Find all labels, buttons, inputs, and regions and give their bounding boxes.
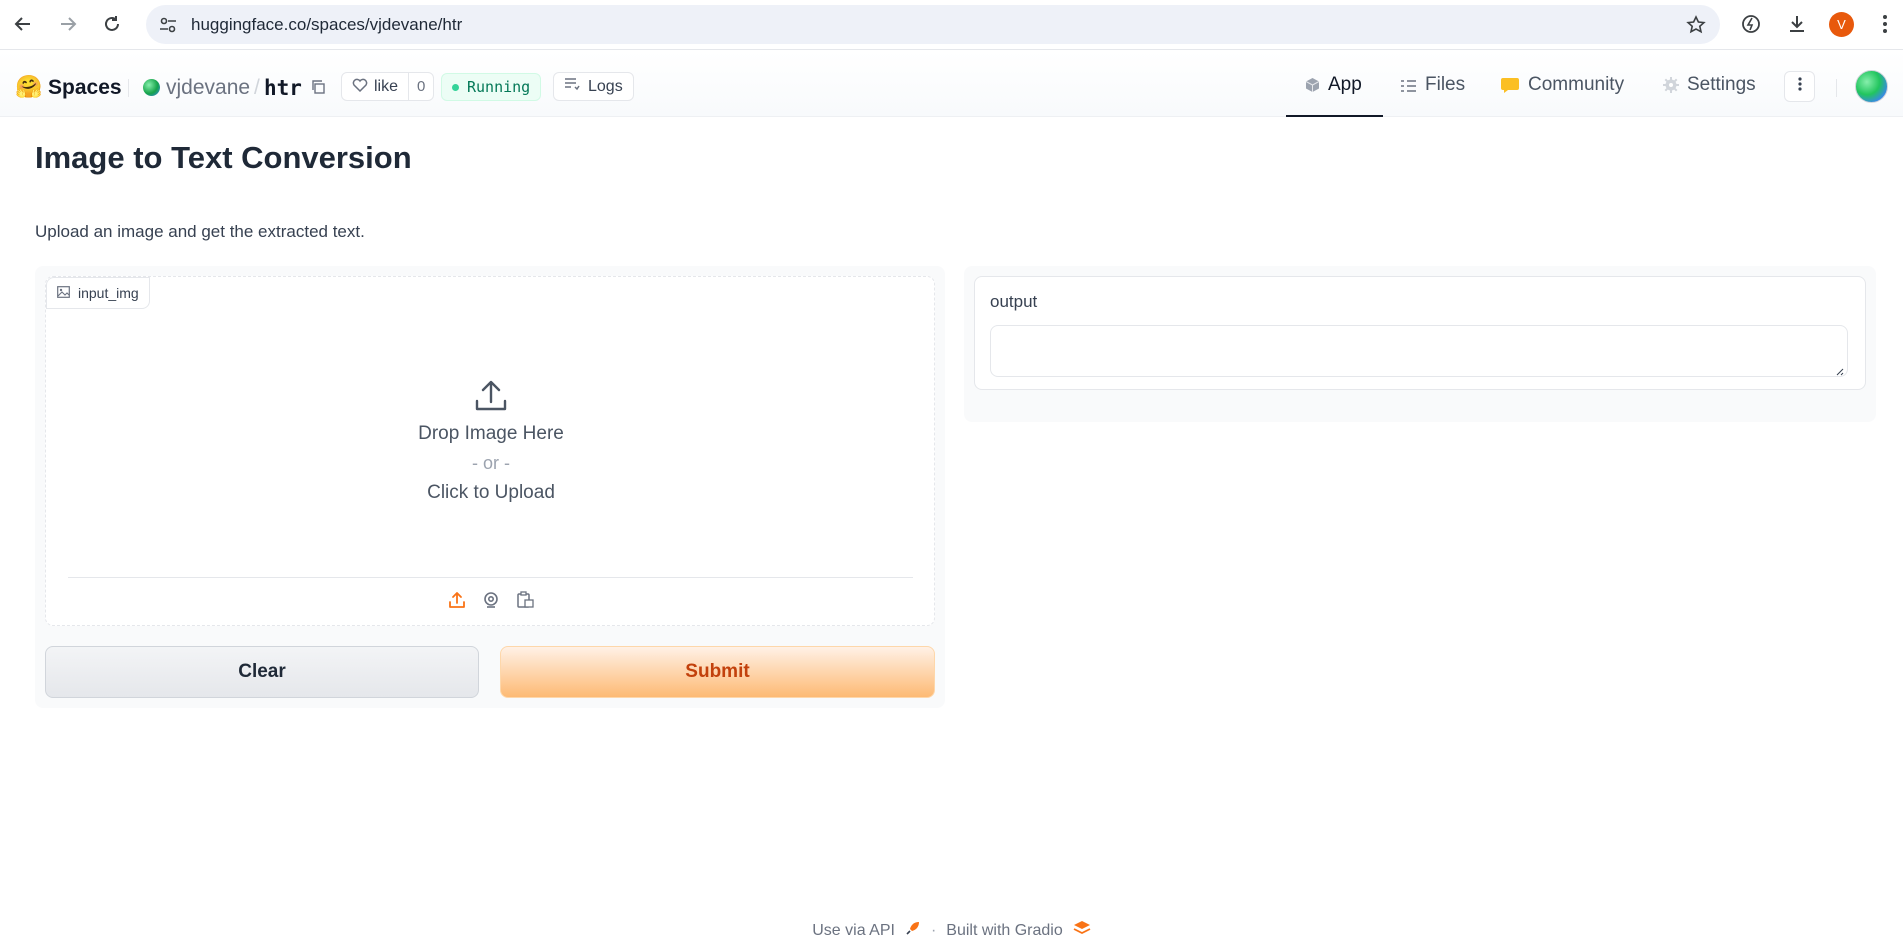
- output-panel: output: [964, 266, 1876, 422]
- space-header: 🤗 Spaces vjdevane / htr like 0 Running L…: [0, 51, 1903, 117]
- input-image-label-text: input_img: [78, 285, 139, 301]
- output-textbox[interactable]: [990, 325, 1848, 377]
- status-text: Running: [467, 78, 531, 96]
- active-tab-indicator: [1286, 115, 1383, 117]
- tab-settings-label: Settings: [1687, 74, 1756, 95]
- user-avatar[interactable]: [1855, 70, 1888, 103]
- logs-icon: [564, 77, 580, 96]
- bookmark-star-icon[interactable]: [1684, 13, 1708, 37]
- space-name-link[interactable]: htr: [264, 76, 302, 100]
- page-title: Image to Text Conversion: [35, 140, 412, 175]
- footer-separator: ·: [930, 921, 937, 939]
- tab-files-label: Files: [1425, 74, 1466, 95]
- divider: [1836, 79, 1837, 97]
- tab-settings[interactable]: Settings: [1663, 74, 1756, 117]
- like-count: 0: [408, 73, 433, 100]
- more-options-button[interactable]: [1784, 71, 1815, 102]
- profile-avatar[interactable]: V: [1829, 12, 1854, 37]
- community-icon: [1500, 76, 1520, 100]
- cube-icon: [1305, 77, 1320, 99]
- source-selector: [46, 589, 936, 615]
- rocket-icon: [905, 920, 921, 941]
- extension-icon[interactable]: [1737, 10, 1765, 38]
- path-separator: /: [254, 76, 260, 99]
- click-to-upload-text: Click to Upload: [427, 481, 555, 503]
- built-with-gradio-link[interactable]: Built with Gradio: [946, 922, 1063, 940]
- forward-icon[interactable]: [54, 10, 82, 38]
- heart-icon: [352, 77, 368, 97]
- use-via-api-link[interactable]: Use via API: [812, 922, 895, 940]
- input-panel: input_img Drop Image Here - or - Click t…: [35, 266, 945, 708]
- huggingface-logo-icon[interactable]: 🤗: [15, 74, 42, 100]
- clipboard-source-icon[interactable]: [514, 589, 536, 611]
- reload-icon[interactable]: [98, 10, 126, 38]
- source-divider: [68, 577, 913, 578]
- spaces-link[interactable]: Spaces: [48, 76, 122, 100]
- image-dropzone[interactable]: Drop Image Here - or - Click to Upload: [46, 317, 936, 565]
- status-dot-icon: [452, 83, 459, 91]
- submit-button[interactable]: Submit: [500, 646, 935, 698]
- site-info-icon[interactable]: [158, 15, 178, 35]
- more-vertical-icon: [1797, 77, 1802, 96]
- browser-menu-icon[interactable]: [1871, 10, 1899, 38]
- space-owner-link[interactable]: vjdevane: [166, 76, 250, 100]
- input-image-label: input_img: [46, 277, 150, 309]
- output-block: output: [974, 276, 1866, 390]
- divider: [128, 79, 129, 97]
- browser-toolbar: huggingface.co/spaces/vjdevane/htr V: [0, 0, 1903, 50]
- url-text: huggingface.co/spaces/vjdevane/htr: [191, 15, 463, 34]
- gear-icon: [1663, 77, 1679, 99]
- tab-community-label: Community: [1528, 74, 1625, 95]
- like-label: like: [374, 77, 399, 95]
- back-icon[interactable]: [9, 10, 37, 38]
- resize-handle-icon[interactable]: [1834, 363, 1844, 376]
- output-label: output: [990, 292, 1038, 311]
- image-icon: [57, 285, 70, 301]
- tab-community[interactable]: Community: [1500, 74, 1624, 117]
- drop-image-text: Drop Image Here: [418, 422, 564, 444]
- logs-button[interactable]: Logs: [553, 72, 634, 101]
- upload-icon: [474, 379, 508, 413]
- footer: Use via API · Built with Gradio: [0, 920, 1903, 941]
- space-avatar: [143, 79, 160, 96]
- gradio-logo-icon: [1073, 920, 1091, 941]
- like-button[interactable]: like 0: [341, 72, 435, 101]
- page-description: Upload an image and get the extracted te…: [35, 222, 365, 241]
- or-text: - or -: [472, 452, 510, 473]
- logs-label: Logs: [588, 77, 623, 95]
- files-icon: [1400, 77, 1417, 99]
- image-upload-block: input_img Drop Image Here - or - Click t…: [45, 276, 935, 626]
- tab-app-label: App: [1328, 74, 1362, 95]
- webcam-source-icon[interactable]: [480, 589, 502, 611]
- download-icon[interactable]: [1783, 10, 1811, 38]
- status-badge: Running: [441, 73, 542, 101]
- address-bar[interactable]: huggingface.co/spaces/vjdevane/htr: [146, 5, 1720, 44]
- copy-icon[interactable]: [310, 79, 326, 95]
- tab-app[interactable]: App: [1305, 74, 1362, 117]
- clear-button[interactable]: Clear: [45, 646, 479, 698]
- tab-files[interactable]: Files: [1400, 74, 1465, 117]
- upload-source-icon[interactable]: [446, 589, 468, 611]
